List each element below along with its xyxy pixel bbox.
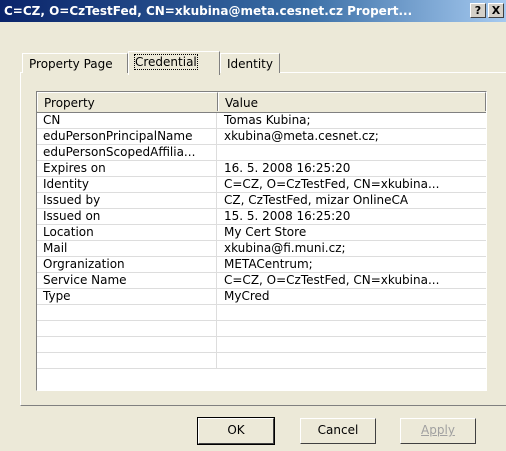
ok-button[interactable]: OK	[197, 417, 275, 445]
property-cell: Orgranization	[37, 257, 217, 272]
title-bar: C=CZ, O=CzTestFed, CN=xkubina@meta.cesne…	[0, 0, 506, 22]
value-cell	[218, 305, 486, 320]
list-rows: CN Tomas Kubina; eduPersonPrincipalName xku…	[37, 113, 486, 369]
table-row[interactable]: Expires on 16. 5. 2008 16:25:20	[37, 161, 486, 177]
value-cell: C=CZ, O=CzTestFed, CN=xkubina...	[224, 273, 440, 287]
tab-identity[interactable]: Identity	[220, 53, 280, 73]
value-cell	[218, 337, 486, 352]
value-cell: MyCred	[224, 289, 270, 303]
tab-credential[interactable]: Credential	[128, 51, 220, 75]
value-cell	[218, 145, 486, 160]
table-row[interactable]: eduPersonPrincipalName xkubina@meta.cesne…	[37, 129, 486, 145]
property-cell: Identity	[37, 177, 217, 192]
table-row[interactable]: Location My Cert Store	[37, 225, 486, 241]
table-row[interactable]: Type MyCred	[37, 289, 486, 305]
table-row[interactable]: Service Name C=CZ, O=CzTestFed, CN=xkubin…	[37, 273, 486, 289]
table-row[interactable]: CN Tomas Kubina;	[37, 113, 486, 129]
property-cell: Type	[37, 289, 217, 304]
apply-button[interactable]: Apply	[400, 418, 476, 444]
table-row[interactable]: Orgranization METACentrum;	[37, 257, 486, 273]
property-cell	[37, 305, 217, 320]
value-cell: 16. 5. 2008 16:25:20	[224, 161, 351, 175]
value-cell	[218, 321, 486, 336]
tab-label: Credential	[134, 54, 198, 70]
property-cell: Expires on	[37, 161, 217, 176]
credential-list[interactable]: Property Value CN Tomas Kubina; eduPersonP…	[36, 91, 487, 391]
property-cell: eduPersonPrincipalName	[37, 129, 217, 144]
table-row[interactable]	[37, 321, 486, 337]
tab-label: Identity	[227, 57, 273, 71]
property-cell: Location	[37, 225, 217, 240]
value-cell	[218, 353, 486, 368]
cancel-button[interactable]: Cancel	[300, 418, 376, 444]
value-cell: C=CZ, O=CzTestFed, CN=xkubina...	[224, 177, 440, 191]
list-header: Property Value	[37, 92, 486, 113]
column-header-value[interactable]: Value	[218, 92, 486, 111]
property-cell: CN	[37, 113, 217, 128]
table-row[interactable]	[37, 337, 486, 353]
close-button[interactable]: X	[488, 3, 504, 18]
value-cell: METACentrum;	[224, 257, 313, 271]
property-cell	[37, 353, 217, 368]
value-cell: xkubina@meta.cesnet.cz;	[224, 129, 379, 143]
table-row[interactable]: Mail xkubina@fi.muni.cz;	[37, 241, 486, 257]
property-cell: Mail	[37, 241, 217, 256]
property-cell: Issued on	[37, 209, 217, 224]
value-cell: 15. 5. 2008 16:25:20	[224, 209, 351, 223]
table-row[interactable]: eduPersonScopedAffilia...	[37, 145, 486, 161]
tab-property-page[interactable]: Property Page	[22, 53, 128, 73]
property-cell	[37, 321, 217, 336]
table-row[interactable]	[37, 305, 486, 321]
property-cell	[37, 337, 217, 352]
value-cell: My Cert Store	[224, 225, 307, 239]
help-button[interactable]: ?	[470, 3, 486, 18]
value-cell: Tomas Kubina;	[224, 113, 311, 127]
tab-label: Property Page	[29, 57, 113, 71]
table-row[interactable]: Issued by CZ, CzTestFed, mizar OnlineCA	[37, 193, 486, 209]
property-cell: eduPersonScopedAffilia...	[37, 145, 217, 160]
value-cell: xkubina@fi.muni.cz;	[224, 241, 346, 255]
table-row[interactable]: Issued on 15. 5. 2008 16:25:20	[37, 209, 486, 225]
property-cell: Issued by	[37, 193, 217, 208]
table-row[interactable]	[37, 353, 486, 369]
column-header-property[interactable]: Property	[37, 92, 218, 111]
property-cell: Service Name	[37, 273, 217, 288]
value-cell: CZ, CzTestFed, mizar OnlineCA	[224, 193, 409, 207]
table-row[interactable]: Identity C=CZ, O=CzTestFed, CN=xkubina...	[37, 177, 486, 193]
apply-label: Apply	[421, 423, 455, 437]
window-title: C=CZ, O=CzTestFed, CN=xkubina@meta.cesne…	[4, 4, 413, 18]
